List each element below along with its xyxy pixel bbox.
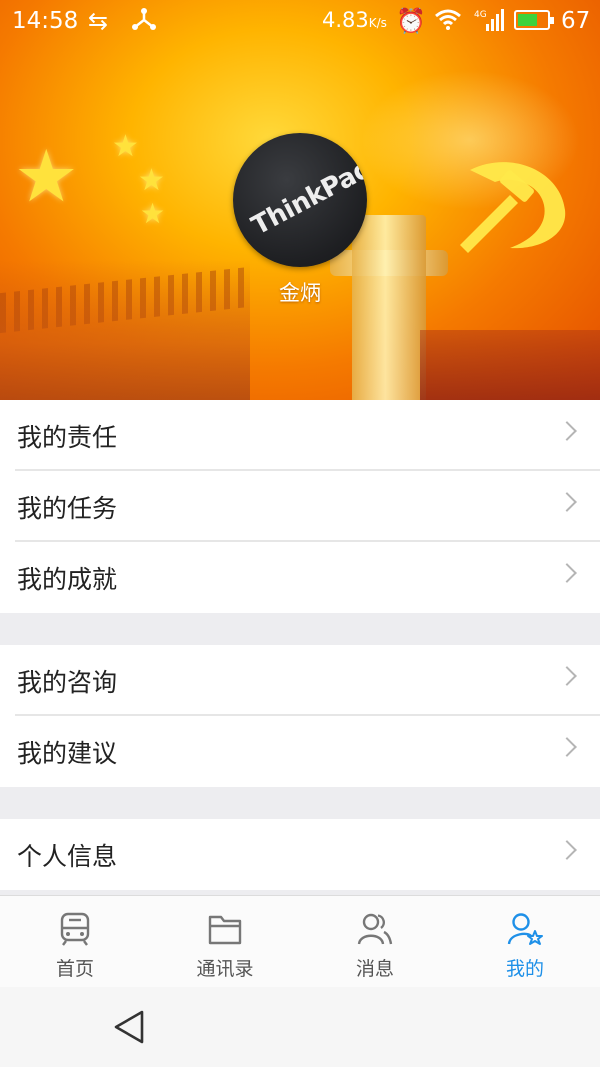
- menu-item-label: 我的建议: [17, 739, 118, 768]
- folder-icon: [208, 915, 242, 945]
- bottom-tab-bar: 首页 通讯录 消息 我的: [0, 895, 600, 987]
- hall-decoration: [420, 330, 600, 400]
- status-time: 14:58: [12, 8, 79, 34]
- network-type: 4G: [474, 10, 487, 20]
- speed-value: 4.83: [322, 8, 369, 32]
- profile-banner: ★ ★ ★ ★ ThinkPad 金炳: [0, 0, 600, 400]
- avatar[interactable]: ThinkPad: [233, 133, 367, 267]
- menu-item-label: 我的任务: [17, 494, 118, 523]
- menu-item-responsibility[interactable]: 我的责任: [0, 400, 600, 471]
- battery-icon: [514, 10, 554, 30]
- menu-item-tasks[interactable]: 我的任务: [0, 471, 600, 542]
- chevron-right-icon: [557, 563, 577, 583]
- tab-mine[interactable]: 我的: [450, 896, 600, 988]
- back-triangle-icon[interactable]: [112, 1009, 148, 1045]
- tab-contacts[interactable]: 通讯录: [150, 896, 300, 988]
- tab-label: 首页: [55, 958, 94, 980]
- avatar-logo: ThinkPad: [247, 153, 367, 241]
- menu-item-personal-info[interactable]: 个人信息: [0, 819, 600, 890]
- menu-group-3: 个人信息: [0, 819, 600, 890]
- chevron-right-icon: [557, 492, 577, 512]
- avatar-logo-text: ThinkPad: [246, 153, 367, 242]
- menu-item-consultation[interactable]: 我的咨询: [0, 645, 600, 716]
- small-star-icon: ★: [138, 163, 165, 198]
- alarm-icon: ⏰: [396, 7, 426, 35]
- usb-debug-icon: [132, 8, 156, 30]
- battery-percent: 67: [561, 8, 591, 34]
- chevron-right-icon: [557, 737, 577, 757]
- tab-label: 我的: [505, 958, 544, 980]
- system-navigation-bar: [0, 987, 600, 1067]
- small-star-icon: ★: [112, 129, 139, 164]
- menu-item-label: 我的责任: [17, 423, 118, 452]
- tab-home[interactable]: 首页: [0, 896, 150, 988]
- menu-group-1: 我的责任 我的任务 我的成就: [0, 400, 600, 613]
- speed-unit: K/s: [368, 16, 387, 30]
- emblem-icon: [460, 162, 566, 253]
- wifi-icon: [435, 9, 461, 30]
- chevron-right-icon: [557, 666, 577, 686]
- battery-fill: [518, 14, 537, 26]
- usb-icon: ⇆: [88, 7, 109, 35]
- username: 金炳: [279, 281, 321, 305]
- screen: ★ ★ ★ ★ ThinkPad 金炳 14:58 ⇆ 4.83K/s ⏰ 4G…: [0, 0, 600, 1067]
- signal-icon: 4G: [474, 9, 504, 31]
- user-star-icon: [507, 913, 543, 945]
- battery-cap: [550, 17, 554, 24]
- people-icon: [357, 913, 393, 945]
- small-star-icon: ★: [140, 197, 166, 230]
- big-star-icon: ★: [14, 134, 79, 218]
- tab-label: 通讯录: [196, 958, 254, 980]
- tab-label: 消息: [355, 958, 394, 980]
- huabiao-decoration: [352, 215, 426, 400]
- menu-item-achievements[interactable]: 我的成就: [0, 542, 600, 613]
- chevron-right-icon: [557, 840, 577, 860]
- train-icon: [60, 912, 90, 946]
- menu-item-label: 个人信息: [17, 842, 118, 871]
- menu-item-suggestions[interactable]: 我的建议: [0, 716, 600, 787]
- chevron-right-icon: [557, 421, 577, 441]
- menu-item-label: 我的成就: [17, 565, 118, 594]
- tab-messages[interactable]: 消息: [300, 896, 450, 988]
- menu-item-label: 我的咨询: [17, 668, 118, 697]
- menu-group-2: 我的咨询 我的建议: [0, 645, 600, 787]
- network-speed: 4.83K/s: [322, 8, 387, 32]
- status-bar: 14:58 ⇆ 4.83K/s ⏰ 4G 67: [0, 0, 600, 44]
